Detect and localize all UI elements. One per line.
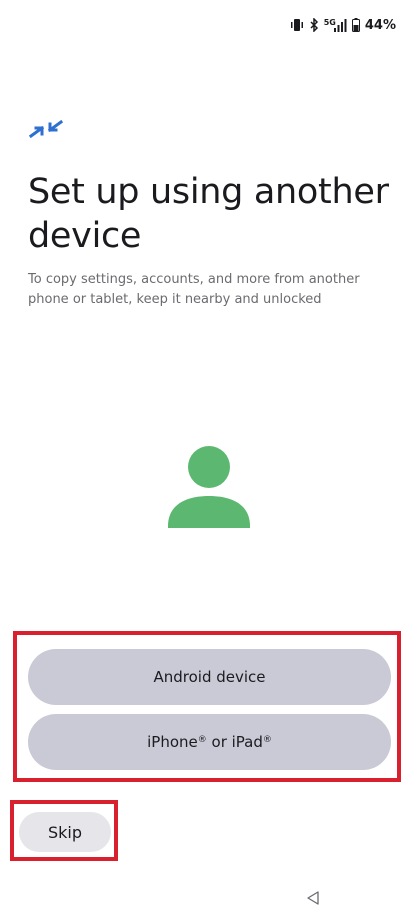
network-label: 5G — [323, 18, 336, 27]
vibrate-icon — [290, 18, 304, 32]
skip-button[interactable]: Skip — [19, 812, 111, 852]
page-title: Set up using another device — [28, 172, 389, 256]
battery-percent: 44% — [364, 17, 396, 33]
status-bar: 5G 44% — [290, 14, 396, 36]
battery-icon — [351, 18, 360, 32]
iphone-ipad-label: iPhone® or iPad® — [147, 733, 272, 751]
android-device-label: Android device — [153, 668, 266, 686]
person-icon — [164, 444, 254, 530]
page-subtitle: To copy settings, accounts, and more fro… — [28, 272, 360, 307]
skip-label: Skip — [47, 822, 83, 842]
bluetooth-icon — [309, 18, 319, 32]
back-triangle-icon[interactable] — [305, 890, 321, 906]
transfer-arrows-icon — [28, 116, 64, 144]
5g-signal-icon: 5G — [324, 18, 347, 32]
android-device-button[interactable]: Android device — [28, 649, 391, 705]
iphone-ipad-button[interactable]: iPhone® or iPad® — [28, 714, 391, 770]
